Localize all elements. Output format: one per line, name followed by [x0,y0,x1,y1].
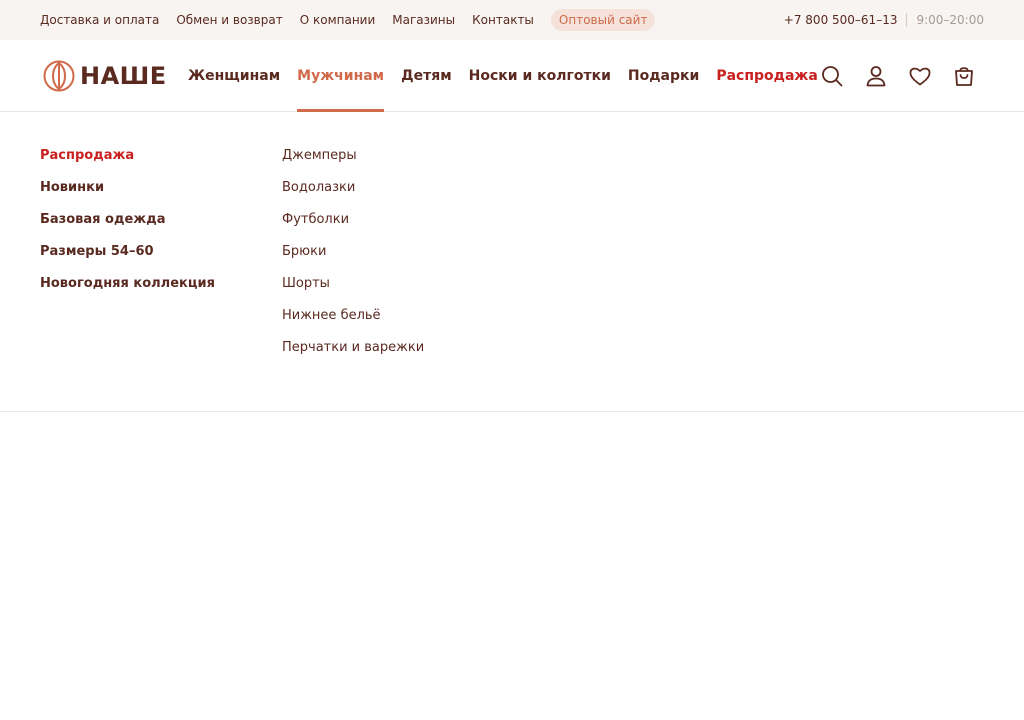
account-button[interactable] [862,62,890,90]
dropdown-link-gloves[interactable]: Перчатки и варежки [282,340,424,356]
divider [906,13,908,27]
nav-item-gifts[interactable]: Подарки [628,40,699,111]
top-link-stores[interactable]: Магазины [392,13,455,27]
nav-item-sale[interactable]: Распродажа [716,40,817,111]
search-icon [822,66,843,87]
nav-item-men[interactable]: Мужчинам [297,40,384,112]
top-utility-bar: Доставка и оплата Обмен и возврат О комп… [0,0,1024,40]
phone-number[interactable]: +7 800 500–61–13 [784,13,898,27]
top-link-contacts[interactable]: Контакты [472,13,534,27]
top-link-exchange[interactable]: Обмен и возврат [176,13,282,27]
header-actions [818,62,994,90]
favorites-button[interactable] [906,62,934,90]
dropdown-link-newyear[interactable]: Новогодняя коллекция [40,276,215,292]
top-link-delivery[interactable]: Доставка и оплата [40,13,159,27]
nav-item-socks[interactable]: Носки и колготки [469,40,611,111]
men-dropdown-menu: Распродажа Новинки Базовая одежда Размер… [0,112,1024,412]
dropdown-link-sale[interactable]: Распродажа [40,148,215,164]
working-hours: 9:00–20:00 [916,13,984,27]
cart-button[interactable] [950,62,978,90]
dropdown-link-new[interactable]: Новинки [40,180,215,196]
top-nav: Доставка и оплата Обмен и возврат О комп… [40,0,656,40]
dropdown-link-tshirts[interactable]: Футболки [282,212,424,228]
nav-item-women[interactable]: Женщинам [188,40,280,111]
dropdown-link-trousers[interactable]: Брюки [282,244,424,260]
dropdown-link-jumpers[interactable]: Джемперы [282,148,424,164]
heart-icon [909,67,931,86]
wholesale-site-button[interactable]: Оптовый сайт [550,9,656,31]
dropdown-link-sizes[interactable]: Размеры 54–60 [40,244,215,260]
dropdown-link-underwear[interactable]: Нижнее бельё [282,308,424,324]
dropdown-featured-column: Распродажа Новинки Базовая одежда Размер… [40,148,215,308]
dropdown-link-basic[interactable]: Базовая одежда [40,212,215,228]
main-nav: Женщинам Мужчинам Детям Носки и колготки… [188,40,835,112]
dropdown-link-turtlenecks[interactable]: Водолазки [282,180,424,196]
search-button[interactable] [818,62,846,90]
logo-text: НАШЕ [80,62,167,90]
top-link-about[interactable]: О компании [300,13,376,27]
nav-item-kids[interactable]: Детям [401,40,452,111]
logo-mark-icon [43,60,75,92]
dropdown-category-column: Джемперы Водолазки Футболки Брюки Шорты … [282,148,424,372]
dropdown-link-shorts[interactable]: Шорты [282,276,424,292]
cart-icon [955,67,973,86]
contacts-block: +7 800 500–61–13 9:00–20:00 [784,0,984,40]
main-header: НАШЕ Женщинам Мужчинам Детям Носки и кол… [0,40,1024,112]
user-icon [866,66,886,87]
logo[interactable]: НАШЕ [43,60,167,92]
